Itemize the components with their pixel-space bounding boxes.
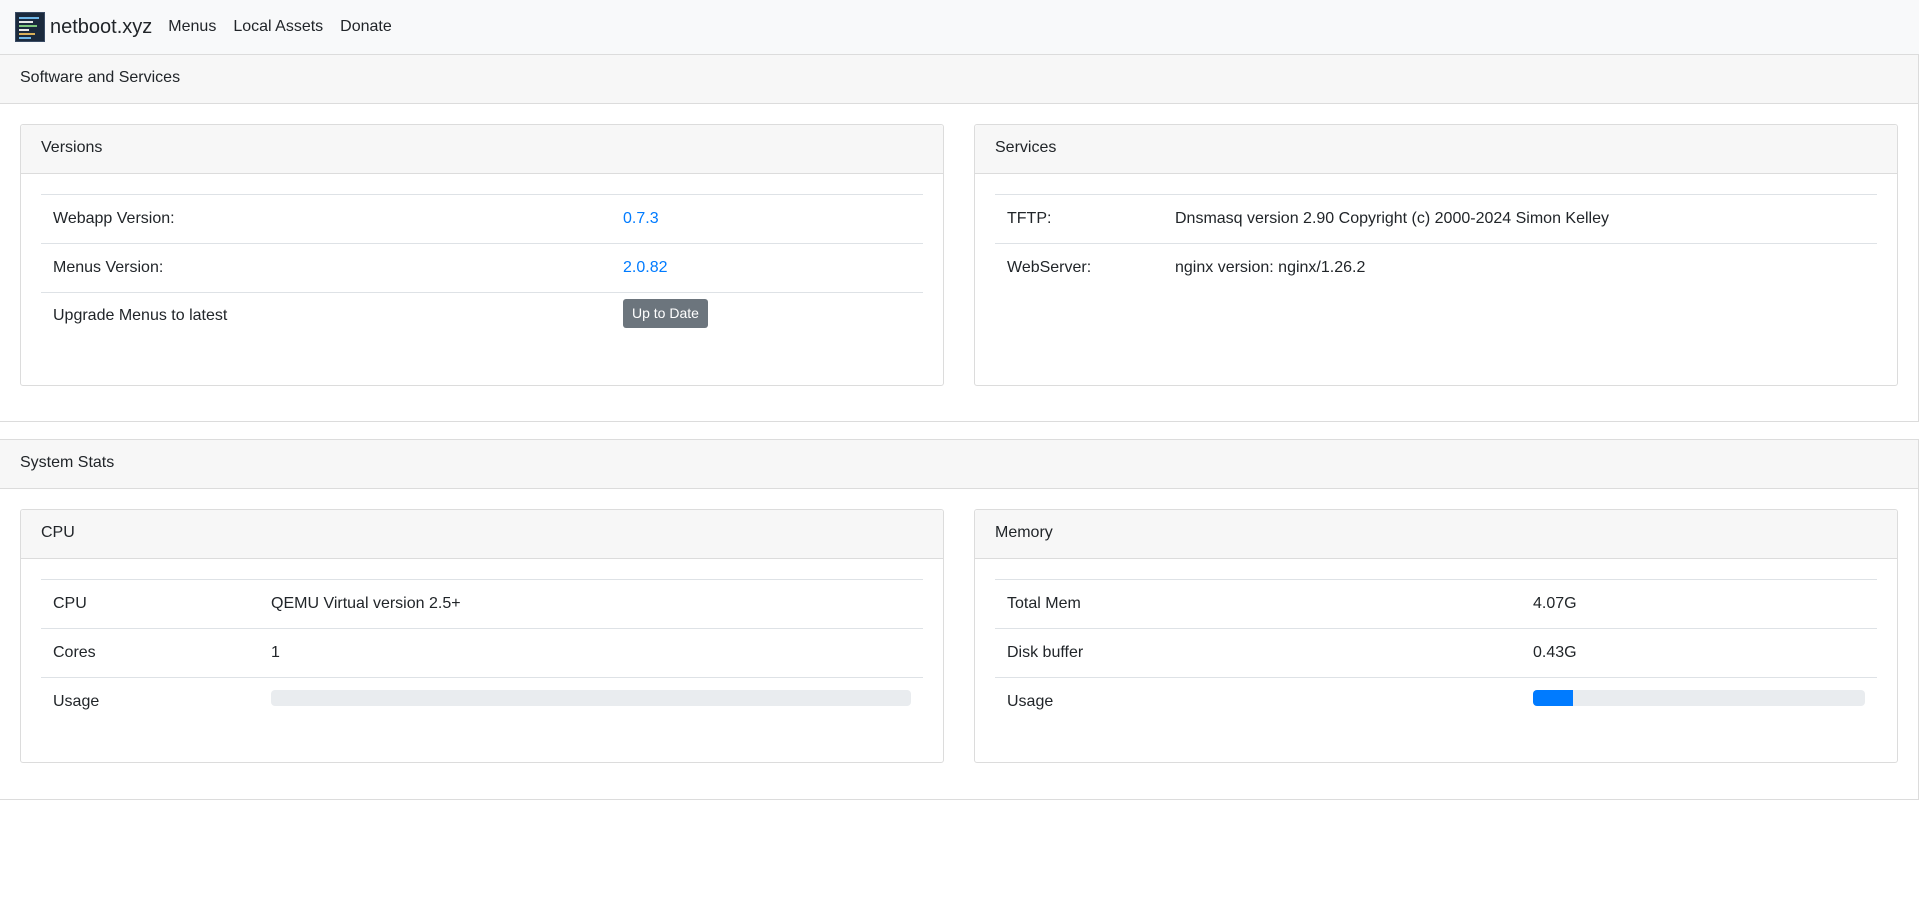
webapp-version-label: Webapp Version:	[41, 194, 611, 244]
section-title: System Stats	[0, 440, 1918, 489]
memory-table: Total Mem 4.07G Disk buffer 0.43G Usage	[995, 579, 1877, 727]
table-row: Usage	[995, 677, 1877, 727]
brand-link[interactable]: netboot.xyz	[15, 12, 152, 42]
cpu-table: CPU QEMU Virtual version 2.5+ Cores 1 Us…	[41, 579, 923, 727]
table-row: Disk buffer 0.43G	[995, 628, 1877, 678]
card-title: Versions	[21, 125, 943, 174]
disk-buffer-value: 0.43G	[1521, 628, 1877, 678]
nav-menus[interactable]: Menus	[168, 18, 216, 36]
memory-card: Memory Total Mem 4.07G Disk buffer 0.43G…	[974, 509, 1898, 763]
card-title: Services	[975, 125, 1897, 174]
menus-version-value[interactable]: 2.0.82	[611, 243, 923, 293]
memory-usage-label: Usage	[995, 677, 1521, 727]
disk-buffer-label: Disk buffer	[995, 628, 1521, 678]
table-row: Cores 1	[41, 628, 923, 678]
cores-value: 1	[259, 628, 923, 678]
table-row: TFTP: Dnsmasq version 2.90 Copyright (c)…	[995, 194, 1877, 244]
cpu-usage-label: Usage	[41, 677, 259, 727]
versions-card: Versions Webapp Version: 0.7.3 Menus Ver…	[20, 124, 944, 386]
table-row: Usage	[41, 677, 923, 727]
table-row: Total Mem 4.07G	[995, 579, 1877, 629]
table-row: Menus Version: 2.0.82	[41, 243, 923, 293]
brand-name: netboot.xyz	[50, 15, 153, 38]
total-mem-value: 4.07G	[1521, 579, 1877, 629]
services-card: Services TFTP: Dnsmasq version 2.90 Copy…	[974, 124, 1898, 386]
table-row: CPU QEMU Virtual version 2.5+	[41, 579, 923, 629]
cpu-label: CPU	[41, 579, 259, 629]
menus-version-label: Menus Version:	[41, 243, 611, 293]
table-row: Webapp Version: 0.7.3	[41, 194, 923, 244]
nav-local-assets[interactable]: Local Assets	[233, 18, 323, 36]
cores-label: Cores	[41, 628, 259, 678]
nav-donate[interactable]: Donate	[340, 18, 392, 36]
system-stats-section: System Stats CPU CPU QEMU Virtual versio…	[0, 439, 1919, 800]
card-title: CPU	[21, 510, 943, 559]
section-title: Software and Services	[0, 55, 1918, 104]
cpu-usage-progress	[271, 690, 911, 706]
tftp-value: Dnsmasq version 2.90 Copyright (c) 2000-…	[1163, 194, 1877, 244]
webserver-label: WebServer:	[995, 243, 1163, 293]
services-table: TFTP: Dnsmasq version 2.90 Copyright (c)…	[995, 194, 1877, 293]
table-row: Upgrade Menus to latest Up to Date	[41, 292, 923, 342]
netboot-logo-icon	[15, 12, 45, 42]
upgrade-menus-label: Upgrade Menus to latest	[41, 292, 611, 342]
webserver-value: nginx version: nginx/1.26.2	[1163, 243, 1877, 293]
cpu-card: CPU CPU QEMU Virtual version 2.5+ Cores …	[20, 509, 944, 763]
software-services-section: Software and Services Versions Webapp Ve…	[0, 54, 1919, 422]
card-title: Memory	[975, 510, 1897, 559]
cpu-value: QEMU Virtual version 2.5+	[259, 579, 923, 629]
tftp-label: TFTP:	[995, 194, 1163, 244]
navbar: netboot.xyz Menus Local Assets Donate	[0, 0, 1919, 54]
memory-usage-progress	[1533, 690, 1865, 706]
memory-usage-bar	[1533, 690, 1573, 706]
versions-table: Webapp Version: 0.7.3 Menus Version: 2.0…	[41, 194, 923, 342]
up-to-date-button[interactable]: Up to Date	[623, 299, 708, 328]
total-mem-label: Total Mem	[995, 579, 1521, 629]
table-row: WebServer: nginx version: nginx/1.26.2	[995, 243, 1877, 293]
webapp-version-value[interactable]: 0.7.3	[611, 194, 923, 244]
